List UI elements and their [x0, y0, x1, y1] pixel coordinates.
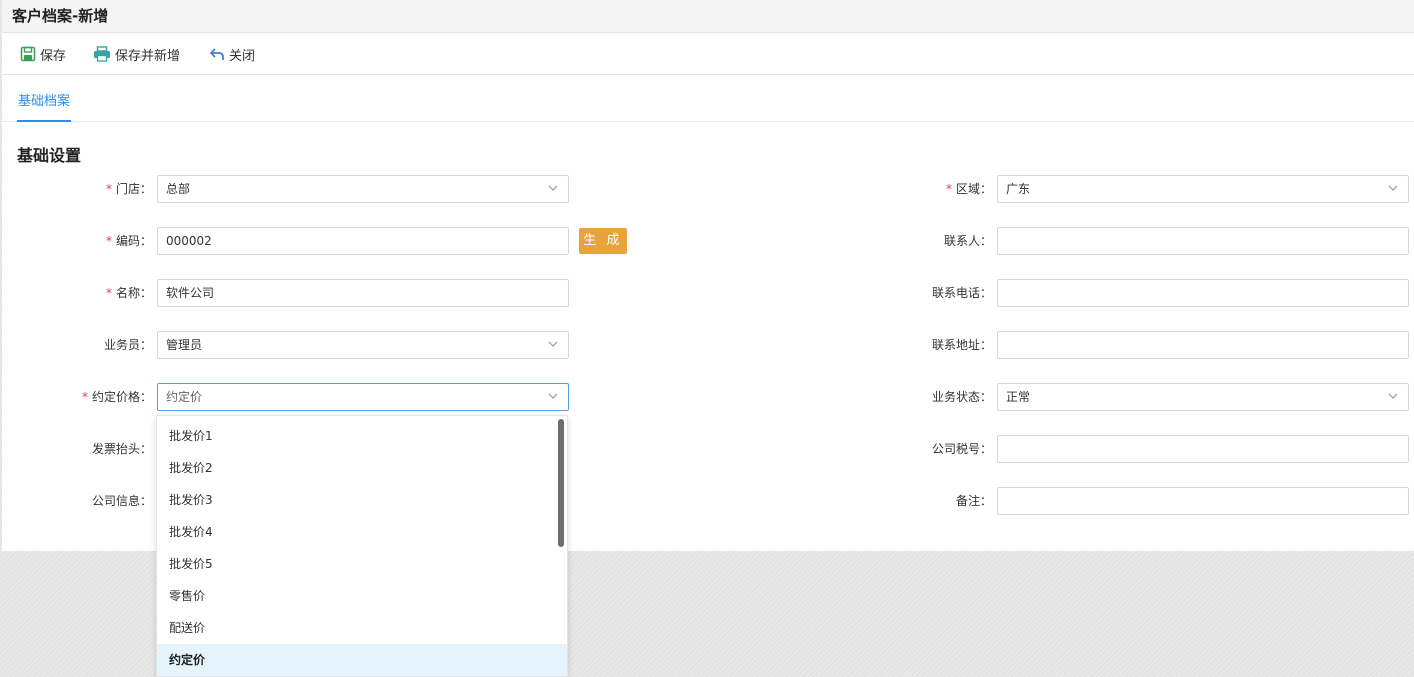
undo-arrow-icon	[209, 46, 225, 62]
region-label: * 区域：	[945, 182, 992, 196]
name-input[interactable]: 软件公司	[157, 279, 569, 307]
required-mark: *	[105, 286, 112, 300]
required-mark: *	[105, 234, 112, 248]
agreed-price-dropdown: 批发价1 批发价2 批发价3 批发价4 批发价5 零售价 配送价 约定价	[156, 415, 568, 677]
region-select[interactable]: 广东	[997, 175, 1409, 203]
store-value: 总部	[166, 182, 191, 196]
address-input[interactable]	[997, 331, 1409, 359]
salesperson-select[interactable]: 管理员	[157, 331, 569, 359]
close-label: 关闭	[229, 48, 256, 64]
chevron-down-icon	[548, 185, 558, 191]
dropdown-option-selected[interactable]: 约定价	[157, 644, 567, 676]
name-value: 软件公司	[166, 286, 215, 300]
contact-label: 联系人：	[943, 234, 992, 248]
dropdown-option[interactable]: 配送价	[157, 612, 567, 644]
required-mark: *	[81, 390, 88, 404]
contact-input[interactable]	[997, 227, 1409, 255]
save-and-new-button[interactable]: 保存并新增	[93, 45, 181, 64]
dropdown-option[interactable]: 批发价4	[157, 516, 567, 548]
tax-number-input[interactable]	[997, 435, 1409, 463]
chevron-down-icon	[548, 393, 558, 399]
store-select[interactable]: 总部	[157, 175, 569, 203]
remark-input[interactable]	[997, 487, 1409, 515]
salesperson-label: 业务员：	[103, 338, 152, 352]
printer-icon	[93, 46, 111, 62]
agreed-price-select[interactable]: 约定价	[157, 383, 569, 411]
agreed-price-value: 约定价	[166, 390, 203, 404]
toolbar: 保存 保存并新增 关闭	[2, 33, 1414, 75]
window-title: 客户档案-新增	[2, 0, 1414, 33]
name-label: * 名称：	[105, 286, 152, 300]
chevron-down-icon	[1388, 185, 1398, 191]
save-button[interactable]: 保存	[20, 45, 67, 64]
invoice-title-label: 发票抬头：	[91, 442, 152, 456]
tab-basic-file[interactable]: 基础档案	[17, 90, 72, 122]
remark-label: 备注：	[955, 494, 992, 508]
dropdown-option[interactable]: 零售价	[157, 580, 567, 612]
phone-input[interactable]	[997, 279, 1409, 307]
salesperson-value: 管理员	[166, 338, 203, 352]
dropdown-option[interactable]: 批发价3	[157, 484, 567, 516]
code-value: 000002	[166, 234, 212, 248]
dropdown-option[interactable]: 批发价1	[157, 420, 567, 452]
generate-code-button[interactable]: 生 成	[579, 228, 627, 254]
code-label: * 编码：	[105, 234, 152, 248]
store-label: * 门店：	[105, 182, 152, 196]
company-info-label: 公司信息：	[91, 494, 152, 508]
save-label: 保存	[40, 48, 67, 64]
dropdown-option[interactable]: 批发价5	[157, 548, 567, 580]
dropdown-option[interactable]: 批发价2	[157, 452, 567, 484]
code-input[interactable]: 000002	[157, 227, 569, 255]
section-title: 基础设置	[17, 146, 82, 165]
business-status-label: 业务状态：	[931, 390, 992, 404]
save-icon	[20, 46, 36, 62]
required-mark: *	[945, 182, 952, 196]
phone-label: 联系电话：	[931, 286, 992, 300]
tax-number-label: 公司税号：	[931, 442, 992, 456]
business-status-select[interactable]: 正常	[997, 383, 1409, 411]
agreed-price-label: * 约定价格：	[81, 390, 152, 404]
region-value: 广东	[1006, 182, 1031, 196]
dropdown-scrollbar[interactable]	[558, 419, 564, 547]
required-mark: *	[105, 182, 112, 196]
close-button[interactable]: 关闭	[209, 45, 256, 64]
save-and-new-label: 保存并新增	[115, 48, 181, 64]
chevron-down-icon	[1388, 393, 1398, 399]
chevron-down-icon	[548, 341, 558, 347]
tab-bar: 基础档案	[2, 76, 1414, 122]
address-label: 联系地址：	[931, 338, 992, 352]
business-status-value: 正常	[1006, 390, 1031, 404]
